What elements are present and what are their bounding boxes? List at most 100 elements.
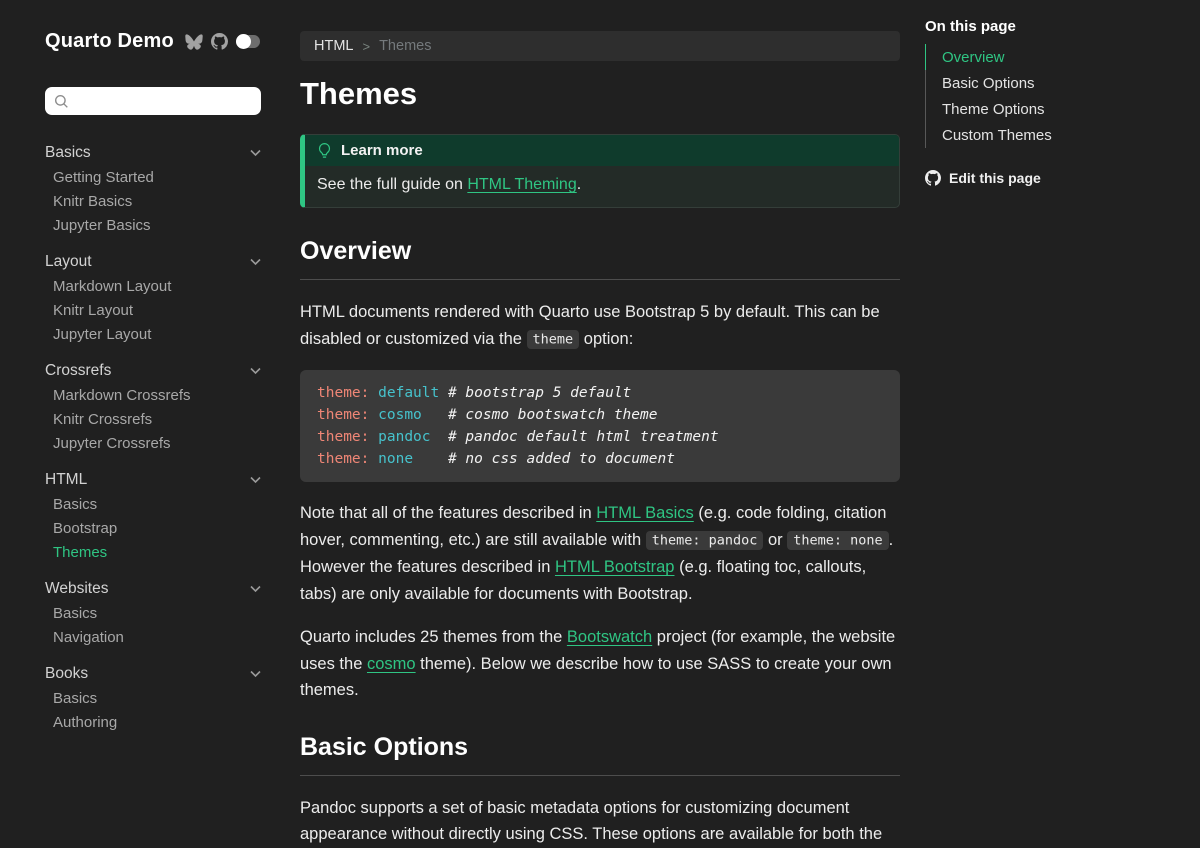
yaml-comment: # bootstrap 5 default	[448, 385, 631, 401]
code-line: theme: pandoc # pandoc default html trea…	[317, 426, 883, 448]
cosmo-link[interactable]: cosmo	[367, 655, 416, 673]
yaml-comment: # pandoc default html treatment	[448, 429, 719, 445]
page: Quarto Demo Basics Getting Started Knitr	[0, 0, 1200, 800]
nav-section-header-websites[interactable]: Websites	[45, 577, 261, 601]
callout-header: Learn more	[305, 135, 899, 166]
sidebar-item-knitr-layout[interactable]: Knitr Layout	[45, 298, 270, 322]
yaml-code-block: theme: default # bootstrap 5 default the…	[300, 370, 900, 482]
sidebar-item-jupyter-layout[interactable]: Jupyter Layout	[45, 322, 270, 346]
yaml-key: theme:	[317, 451, 369, 467]
breadcrumb-html[interactable]: HTML	[314, 38, 353, 54]
toc-heading: On this page	[925, 18, 1200, 35]
sidebar-item-jupyter-basics[interactable]: Jupyter Basics	[45, 213, 270, 237]
overview-heading: Overview	[300, 237, 900, 280]
sidebar-nav: Basics Getting Started Knitr Basics Jupy…	[45, 141, 270, 734]
yaml-comment: # cosmo bootswatch theme	[448, 407, 658, 423]
chevron-down-icon	[250, 670, 261, 678]
chevron-down-icon	[250, 258, 261, 266]
nav-section-header-basics[interactable]: Basics	[45, 141, 261, 165]
html-theming-link[interactable]: HTML Theming	[467, 176, 576, 193]
nav-section-html: HTML Basics Bootstrap Themes	[45, 468, 270, 564]
sidebar-item-knitr-basics[interactable]: Knitr Basics	[45, 189, 270, 213]
sidebar-header: Quarto Demo	[45, 30, 270, 53]
search-box[interactable]	[45, 87, 261, 115]
chevron-down-icon	[250, 585, 261, 593]
nav-section-label: HTML	[45, 471, 87, 489]
yaml-value: pandoc	[378, 426, 439, 448]
edit-this-page-label: Edit this page	[949, 170, 1041, 186]
search-input[interactable]	[75, 93, 252, 110]
breadcrumb-themes: Themes	[379, 38, 431, 54]
nav-section-header-books[interactable]: Books	[45, 662, 261, 686]
sidebar-item-markdown-crossrefs[interactable]: Markdown Crossrefs	[45, 383, 270, 407]
html-basics-link[interactable]: HTML Basics	[596, 504, 694, 522]
basic-options-heading: Basic Options	[300, 733, 900, 776]
overview-paragraph-2: Note that all of the features described …	[300, 500, 900, 607]
yaml-value: cosmo	[378, 404, 439, 426]
yaml-key: theme:	[317, 385, 369, 401]
paragraph-text: Note that all of the features described …	[300, 504, 596, 522]
theme-pandoc-inline-code: theme: pandoc	[646, 531, 764, 550]
basic-options-paragraph-1: Pandoc supports a set of basic metadata …	[300, 795, 900, 848]
code-line: theme: cosmo # cosmo bootswatch theme	[317, 404, 883, 426]
github-icon	[925, 170, 941, 186]
yaml-value: none	[378, 448, 439, 470]
nav-section-layout: Layout Markdown Layout Knitr Layout Jupy…	[45, 250, 270, 346]
toc-item-basic-options[interactable]: Basic Options	[926, 70, 1200, 96]
sidebar-item-books-basics[interactable]: Basics	[45, 686, 270, 710]
bootswatch-link[interactable]: Bootswatch	[567, 628, 652, 646]
paragraph-text: option:	[579, 330, 633, 348]
sidebar-item-websites-basics[interactable]: Basics	[45, 601, 270, 625]
dark-mode-toggle[interactable]	[236, 35, 260, 48]
nav-section-header-html[interactable]: HTML	[45, 468, 261, 492]
breadcrumb-separator: >	[362, 39, 370, 54]
overview-paragraph-3: Quarto includes 25 themes from the Boots…	[300, 624, 900, 704]
bluesky-butterfly-icon[interactable]	[185, 34, 203, 50]
sidebar-item-getting-started[interactable]: Getting Started	[45, 165, 270, 189]
callout-learn-more: Learn more See the full guide on HTML Th…	[300, 134, 900, 208]
callout-text: See the full guide on	[317, 176, 467, 193]
paragraph-text: or	[763, 531, 787, 549]
search-icon	[54, 94, 69, 109]
sidebar-item-knitr-crossrefs[interactable]: Knitr Crossrefs	[45, 407, 270, 431]
toc-item-theme-options[interactable]: Theme Options	[926, 96, 1200, 122]
nav-section-label: Basics	[45, 144, 91, 162]
sidebar-item-authoring[interactable]: Authoring	[45, 710, 270, 734]
site-title[interactable]: Quarto Demo	[45, 30, 174, 53]
yaml-key: theme:	[317, 407, 369, 423]
sidebar-item-html-basics[interactable]: Basics	[45, 492, 270, 516]
nav-section-label: Layout	[45, 253, 92, 271]
toc-list: Overview Basic Options Theme Options Cus…	[925, 44, 1200, 148]
nav-section-label: Websites	[45, 580, 108, 598]
nav-section-label: Books	[45, 665, 88, 683]
yaml-comment: # no css added to document	[448, 451, 675, 467]
page-title: Themes	[300, 76, 900, 112]
nav-section-header-layout[interactable]: Layout	[45, 250, 261, 274]
yaml-value: default	[378, 382, 439, 404]
callout-text-suffix: .	[577, 176, 581, 193]
sidebar: Quarto Demo Basics Getting Started Knitr	[0, 0, 300, 800]
breadcrumb: HTML > Themes	[300, 31, 900, 61]
edit-this-page-link[interactable]: Edit this page	[925, 170, 1200, 186]
html-bootstrap-link[interactable]: HTML Bootstrap	[555, 558, 675, 576]
chevron-down-icon	[250, 476, 261, 484]
nav-section-crossrefs: Crossrefs Markdown Crossrefs Knitr Cross…	[45, 359, 270, 455]
sidebar-item-bootstrap[interactable]: Bootstrap	[45, 516, 270, 540]
overview-paragraph-1: HTML documents rendered with Quarto use …	[300, 299, 900, 353]
code-line: theme: none # no css added to document	[317, 448, 883, 470]
github-icon[interactable]	[211, 33, 228, 50]
sidebar-item-navigation[interactable]: Navigation	[45, 625, 270, 649]
main-content: HTML > Themes Themes Learn more See the …	[300, 0, 900, 800]
yaml-key: theme:	[317, 429, 369, 445]
toc-sidebar: On this page Overview Basic Options Them…	[925, 0, 1200, 800]
callout-body: See the full guide on HTML Theming.	[305, 166, 899, 207]
nav-section-header-crossrefs[interactable]: Crossrefs	[45, 359, 261, 383]
lightbulb-icon	[317, 142, 332, 159]
sidebar-item-markdown-layout[interactable]: Markdown Layout	[45, 274, 270, 298]
sidebar-item-jupyter-crossrefs[interactable]: Jupyter Crossrefs	[45, 431, 270, 455]
toc-item-overview[interactable]: Overview	[925, 44, 1200, 70]
code-line: theme: default # bootstrap 5 default	[317, 382, 883, 404]
sidebar-item-themes[interactable]: Themes	[45, 540, 270, 564]
chevron-down-icon	[250, 367, 261, 375]
toc-item-custom-themes[interactable]: Custom Themes	[926, 122, 1200, 148]
